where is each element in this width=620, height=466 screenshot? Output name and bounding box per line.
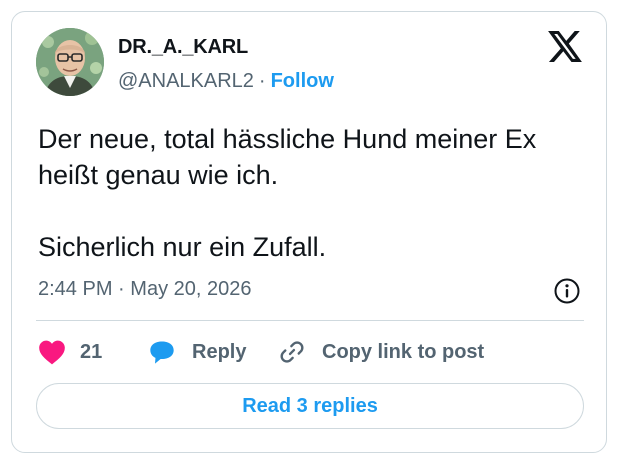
follow-link[interactable]: Follow [271,70,334,92]
link-icon [280,341,304,363]
reply-label: Reply [192,340,247,363]
speech-bubble-icon [150,341,174,364]
post-time[interactable]: 2:44 PM [38,278,112,300]
post-date[interactable]: May 20, 2026 [130,278,251,300]
avatar-portrait-image [36,28,104,96]
copy-link-label: Copy link to post [322,340,485,363]
copy-link-button[interactable]: Copy link to post [278,336,484,368]
read-replies-button[interactable]: Read 3 replies [36,383,584,429]
handle-separator: · [258,70,266,92]
read-replies-label: Read 3 replies [242,394,378,417]
post-text: Der neue, total hässliche Hund meiner Ex… [38,124,537,262]
author-handle-line: @ANALKARL2 · Follow [118,70,334,93]
post-divider [36,320,584,321]
post-timestamp: 2:44 PM · May 20, 2026 [38,278,251,301]
like-button[interactable]: 21 [38,336,102,368]
author-display-name[interactable]: DR._A._KARL [118,36,248,59]
like-count: 21 [80,340,103,363]
heart-icon [39,340,65,365]
x-logo-icon[interactable] [548,31,582,62]
timestamp-separator: · [118,278,125,300]
author-avatar[interactable] [36,28,104,96]
info-icon[interactable] [553,277,581,305]
reply-button[interactable]: Reply [148,336,246,368]
author-handle[interactable]: @ANALKARL2 [118,70,254,92]
